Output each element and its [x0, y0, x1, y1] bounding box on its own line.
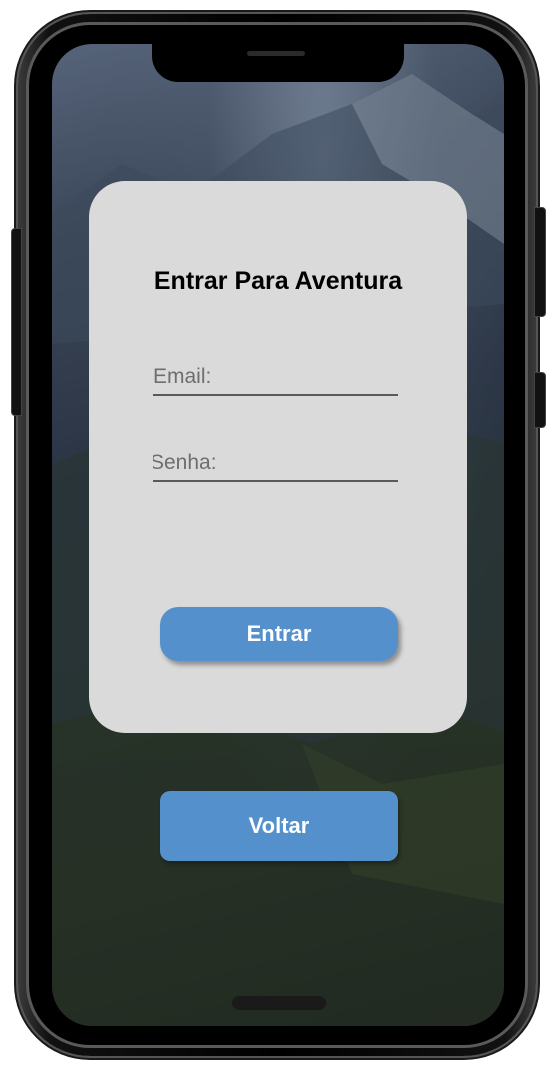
login-title: Entrar Para Aventura [153, 267, 403, 295]
email-field[interactable] [153, 362, 398, 396]
home-indicator[interactable] [232, 996, 326, 1010]
entrar-button[interactable]: Entrar [160, 607, 398, 661]
phone-side-button-left [11, 228, 22, 416]
senha-field[interactable] [153, 448, 398, 482]
phone-side-button-right-lower [534, 372, 546, 428]
phone-notch [152, 44, 404, 82]
login-title-container: Entrar Para Aventura [89, 267, 467, 296]
phone-side-button-right-upper [534, 207, 546, 317]
speaker-grille [247, 51, 305, 56]
voltar-button[interactable]: Voltar [160, 791, 398, 861]
